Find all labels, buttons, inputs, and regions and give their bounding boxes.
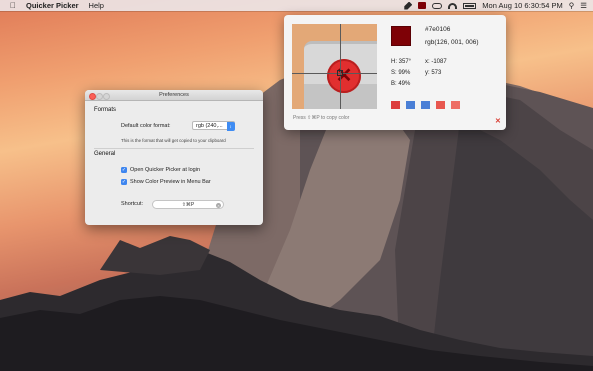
minimize-window-button[interactable]: [96, 92, 103, 100]
open-at-login-checkbox[interactable]: ✓: [121, 167, 127, 173]
brightness-value: B: 49%: [391, 81, 411, 87]
clear-shortcut-icon[interactable]: ×: [216, 202, 221, 208]
default-format-select[interactable]: rgb (240,... ↕: [192, 121, 235, 131]
y-coordinate: y: 573: [425, 70, 442, 76]
eyedropper-icon[interactable]: [404, 1, 413, 10]
chevron-updown-icon: ↕: [226, 121, 235, 131]
shortcut-label: Shortcut:: [121, 201, 144, 207]
preferences-title: Preferences: [159, 92, 189, 98]
zoom-window-button[interactable]: [103, 92, 110, 100]
apple-icon[interactable]: : [8, 1, 18, 10]
preferences-window: Preferences Formats Default color format…: [85, 90, 263, 225]
close-icon[interactable]: ✕: [495, 117, 501, 125]
x-coordinate: x: -1087: [425, 59, 447, 65]
default-format-value: rgb (240,...: [196, 123, 223, 129]
menu-help[interactable]: Help: [89, 1, 104, 10]
menu-app-name[interactable]: Quicker Picker: [26, 1, 79, 10]
format-hint: This is the format that will get copied …: [121, 138, 226, 143]
menu-bar-clock[interactable]: Mon Aug 10 6:30:54 PM: [482, 1, 562, 10]
general-heading: General: [94, 151, 116, 157]
crosshair-center: [337, 70, 343, 76]
section-divider: [94, 148, 254, 149]
menu-bar-status-area: Mon Aug 10 6:30:54 PM ⚲ ☰: [404, 0, 587, 11]
crosshair-horizontal: [292, 73, 377, 74]
saturation-value: S: 99%: [391, 70, 411, 76]
show-preview-label[interactable]: Show Color Preview in Menu Bar: [130, 179, 211, 185]
color-swatch-icon[interactable]: [418, 2, 427, 9]
show-preview-checkbox[interactable]: ✓: [121, 179, 127, 185]
search-icon[interactable]: ⚲: [569, 0, 575, 11]
rgb-value[interactable]: rgb(126, 001, 006): [425, 39, 478, 46]
magnified-x-icon: ✕: [335, 65, 353, 87]
battery-icon[interactable]: [463, 2, 477, 9]
list-icon[interactable]: ☰: [580, 0, 587, 11]
shortcut-recorder[interactable]: ⇧⌘P ×: [152, 200, 224, 209]
default-format-label: Default color format:: [121, 123, 171, 129]
recent-color-swatch[interactable]: [451, 101, 460, 109]
formats-heading: Formats: [94, 107, 117, 113]
preferences-titlebar[interactable]: Preferences: [85, 90, 263, 101]
recent-color-swatch[interactable]: [421, 101, 430, 109]
shortcut-value: ⇧⌘P: [181, 202, 195, 208]
magnifier-preview: ✕: [292, 24, 377, 109]
recent-color-swatch[interactable]: [406, 101, 415, 109]
hue-value: H: 357°: [391, 59, 412, 65]
cloud-icon[interactable]: [432, 2, 443, 9]
recent-color-swatch[interactable]: [391, 101, 400, 109]
open-at-login-label[interactable]: Open Quicker Picker at login: [130, 167, 200, 173]
current-color-swatch[interactable]: [391, 26, 411, 46]
crosshair-vertical: [340, 24, 341, 109]
copy-hint: Press ⇧⌘P to copy color: [293, 115, 350, 121]
menu-bar:  Quicker Picker Help Mon Aug 10 6:30:54…: [0, 0, 593, 11]
wifi-icon[interactable]: [448, 2, 458, 9]
close-window-button[interactable]: [89, 92, 96, 100]
color-picker-popover: ✕ #7e0106 rgb(126, 001, 006) H: 357° S: …: [284, 15, 506, 130]
hex-value[interactable]: #7e0106: [425, 26, 450, 33]
recent-color-swatch[interactable]: [436, 101, 445, 109]
